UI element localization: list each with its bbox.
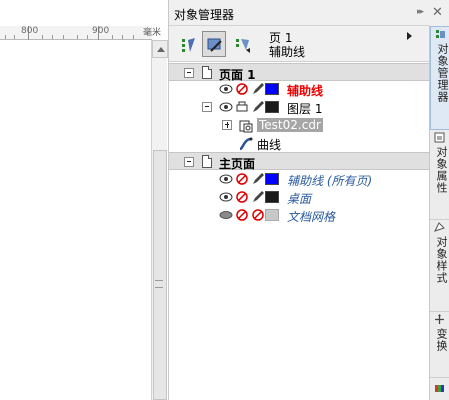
collapse-page1-icon[interactable]	[184, 68, 194, 78]
curve-label: 曲线	[257, 138, 282, 152]
edit-pencil-icon[interactable]	[251, 100, 265, 114]
tree-row-guides-all[interactable]: 辅助线 (所有页)	[169, 170, 430, 188]
dock-expand-icon[interactable]: ▸▸	[417, 7, 424, 17]
selected-object-name: Test02.cdr	[257, 118, 323, 132]
edit-layers-icon	[207, 38, 222, 52]
printer-icon[interactable]	[235, 100, 249, 114]
collapse-layer1-icon[interactable]	[202, 102, 212, 112]
tree-row-page1[interactable]: 页面 1	[169, 63, 430, 82]
tree-row-layer1[interactable]: 图层 1	[169, 98, 430, 116]
no-print-icon[interactable]	[235, 82, 249, 96]
show-object-properties-button[interactable]	[176, 31, 200, 57]
eye-icon[interactable]	[219, 172, 233, 186]
scrollbar-thumb[interactable]	[153, 150, 167, 400]
document-grid-label: 文档网格	[287, 210, 336, 224]
layers-properties-icon	[182, 38, 195, 52]
scroll-up-arrow-icon[interactable]	[152, 40, 168, 58]
ruler-label-800: 800	[21, 26, 39, 36]
ruler-minor-tick	[14, 35, 15, 39]
guides-all-label: 辅助线 (所有页)	[287, 174, 373, 188]
current-layer-label: 辅助线	[269, 45, 306, 59]
color-palette-tab-icon	[435, 385, 444, 392]
scroll-grip-icon	[155, 280, 163, 288]
tab-object-styles-label: 对象样式	[435, 236, 448, 284]
guides-layer-label: 辅助线	[287, 84, 324, 98]
ruler-minor-tick	[63, 35, 64, 39]
docker-title: 对象管理器	[174, 8, 235, 22]
tree-row-master-page[interactable]: 主页面	[169, 152, 430, 171]
vertical-scrollbar[interactable]	[151, 40, 168, 400]
tab-object-manager-label: 对象管理器	[436, 43, 449, 103]
layer-view-icon	[236, 39, 250, 53]
ruler-minor-tick	[5, 35, 6, 39]
tab-object-properties[interactable]: 对象属性	[430, 130, 449, 220]
tab-more[interactable]	[430, 378, 449, 400]
ruler-minor-tick	[42, 35, 43, 39]
eye-icon[interactable]	[219, 190, 233, 204]
expand-object-icon[interactable]	[222, 120, 232, 130]
ruler-minor-tick	[77, 35, 78, 39]
tree-row-object[interactable]: Test02.cdr	[169, 116, 430, 134]
tree-row-document-grid[interactable]: 文档网格	[169, 206, 430, 224]
drawing-canvas[interactable]: 800 900 毫米	[0, 0, 168, 400]
edit-pencil-icon[interactable]	[251, 172, 265, 186]
object-styles-tab-icon	[434, 222, 445, 232]
tab-object-styles[interactable]: 对象样式	[430, 220, 449, 312]
tree-row-curve[interactable]: 曲线	[169, 134, 430, 152]
no-print-icon[interactable]	[235, 172, 249, 186]
eye-icon[interactable]	[219, 100, 233, 114]
eye-icon[interactable]	[219, 82, 233, 96]
tree-row-guides[interactable]: 辅助线	[169, 80, 430, 98]
guides-color-swatch[interactable]	[265, 83, 279, 95]
edit-across-layers-button[interactable]	[202, 31, 226, 57]
object-label: Test02.cdr	[257, 118, 323, 132]
ruler-minor-tick	[112, 35, 113, 39]
close-icon[interactable]: ✕	[432, 5, 443, 20]
layer1-label: 图层 1	[287, 102, 323, 116]
ruler-label-900: 900	[92, 26, 110, 36]
tab-object-properties-label: 对象属性	[435, 146, 448, 194]
curve-icon	[239, 137, 253, 151]
desktop-color-swatch[interactable]	[265, 191, 279, 203]
horizontal-ruler: 800 900	[0, 26, 152, 40]
desktop-label: 桌面	[287, 192, 312, 206]
object-manager-docker: 对象管理器 页 1 辅助线 页面 1 辅助线 图层 1 Test02.cdr 曲…	[168, 0, 430, 400]
ruler-minor-tick	[52, 35, 53, 39]
edit-pencil-icon[interactable]	[251, 190, 265, 204]
ruler-unit-label: 毫米	[143, 28, 162, 38]
ruler-minor-tick	[87, 35, 88, 39]
tab-transform[interactable]: 变换	[430, 312, 449, 378]
page-icon	[202, 155, 212, 168]
object-manager-tab-icon	[436, 30, 445, 38]
guides-all-color-swatch[interactable]	[265, 173, 279, 185]
tree-row-desktop[interactable]: 桌面	[169, 188, 430, 206]
docker-toolbar: 页 1 辅助线	[169, 26, 430, 62]
page-menu-arrow-icon[interactable]	[407, 32, 412, 40]
no-print-icon[interactable]	[235, 190, 249, 204]
eye-closed-icon[interactable]	[219, 208, 233, 222]
tab-transform-label: 变换	[435, 328, 448, 352]
tab-object-manager[interactable]: 对象管理器	[430, 26, 449, 130]
locked-edit-icon[interactable]	[251, 208, 265, 222]
no-print-icon[interactable]	[235, 208, 249, 222]
layer1-color-swatch[interactable]	[265, 101, 279, 113]
ruler-minor-tick	[122, 35, 123, 39]
transform-tab-icon	[435, 314, 444, 324]
collapse-master-icon[interactable]	[184, 157, 194, 167]
ruler-minor-tick	[133, 35, 134, 39]
edit-pencil-icon[interactable]	[251, 82, 265, 96]
grid-color-swatch[interactable]	[265, 209, 279, 221]
layer-manager-view-button[interactable]	[230, 31, 254, 57]
docker-title-bar: 对象管理器	[169, 0, 430, 26]
docker-tabs: 对象管理器 对象属性 对象样式 变换	[429, 26, 449, 400]
object-properties-tab-icon	[434, 132, 445, 143]
page-icon	[202, 66, 212, 79]
group-object-icon	[239, 120, 253, 133]
object-tree: 页面 1 辅助线 图层 1 Test02.cdr 曲线 主页面 辅助线 (所有页…	[169, 62, 430, 400]
